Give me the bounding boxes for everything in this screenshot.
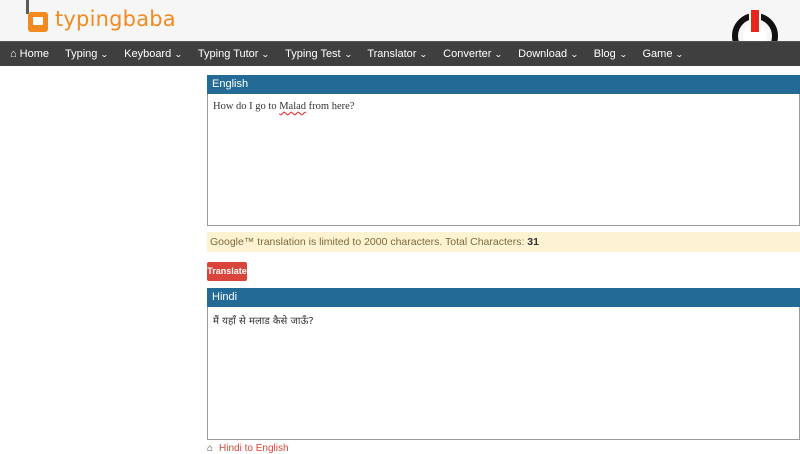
nav-blog[interactable]: Blog ⌄ bbox=[594, 48, 628, 60]
hindi-panel-title: Hindi bbox=[207, 288, 800, 307]
logo-text: typingbaba bbox=[55, 7, 176, 31]
english-panel: English How do I go to Malad from here? bbox=[207, 75, 800, 226]
nav-game[interactable]: Game ⌄ bbox=[643, 48, 685, 60]
nav-keyboard[interactable]: Keyboard ⌄ bbox=[124, 48, 183, 60]
character-limit-notice: Google™ translation is limited to 2000 c… bbox=[207, 232, 800, 252]
chevron-down-icon: ⌄ bbox=[174, 49, 183, 59]
chevron-down-icon: ⌄ bbox=[675, 49, 685, 59]
nav-typing[interactable]: Typing ⌄ bbox=[65, 48, 110, 60]
chevron-down-icon: ⌄ bbox=[494, 49, 504, 59]
chevron-down-icon: ⌄ bbox=[419, 49, 429, 59]
hindi-panel: Hindi मैं यहाँ से मलाड कैसे जाऊँ? bbox=[207, 288, 800, 440]
main-nav: ⌂ Home Typing ⌄ Keyboard ⌄ Typing Tutor ⌄ T… bbox=[0, 41, 800, 66]
logo-icon bbox=[26, 0, 52, 32]
chevron-down-icon: ⌄ bbox=[618, 49, 628, 59]
chevron-down-icon: ⌄ bbox=[343, 49, 353, 59]
translate-button[interactable]: Translate bbox=[207, 262, 247, 281]
chevron-down-icon: ⌄ bbox=[570, 49, 579, 59]
character-count: 31 bbox=[527, 236, 539, 248]
nav-download[interactable]: Download ⌄ bbox=[518, 48, 579, 60]
nav-typing-test[interactable]: Typing Test ⌄ bbox=[285, 48, 353, 60]
site-logo[interactable]: typingbaba bbox=[26, 0, 176, 32]
home-icon: ⌂ bbox=[10, 48, 17, 60]
chevron-down-icon: ⌄ bbox=[261, 49, 271, 59]
english-textarea[interactable]: How do I go to Malad from here? bbox=[207, 94, 800, 226]
hindi-to-english-link[interactable]: ⌂ Hindi to English bbox=[207, 443, 289, 454]
misspelled-word: Malad bbox=[279, 101, 307, 112]
english-panel-title: English bbox=[207, 75, 800, 94]
nav-home[interactable]: ⌂ Home bbox=[10, 48, 49, 60]
nav-converter[interactable]: Converter ⌄ bbox=[443, 48, 504, 60]
nav-typing-tutor[interactable]: Typing Tutor ⌄ bbox=[198, 48, 271, 60]
nav-translator[interactable]: Translator ⌄ bbox=[367, 48, 429, 60]
chevron-down-icon: ⌄ bbox=[100, 49, 110, 59]
link-icon: ⌂ bbox=[207, 443, 214, 454]
hindi-text: मैं यहाँ से मलाड कैसे जाऊँ? bbox=[213, 316, 314, 327]
english-text: How do I go to Malad from here? bbox=[213, 101, 355, 112]
hindi-output[interactable]: मैं यहाँ से मलाड कैसे जाऊँ? bbox=[207, 307, 800, 440]
site-header: typingbaba bbox=[0, 0, 800, 59]
